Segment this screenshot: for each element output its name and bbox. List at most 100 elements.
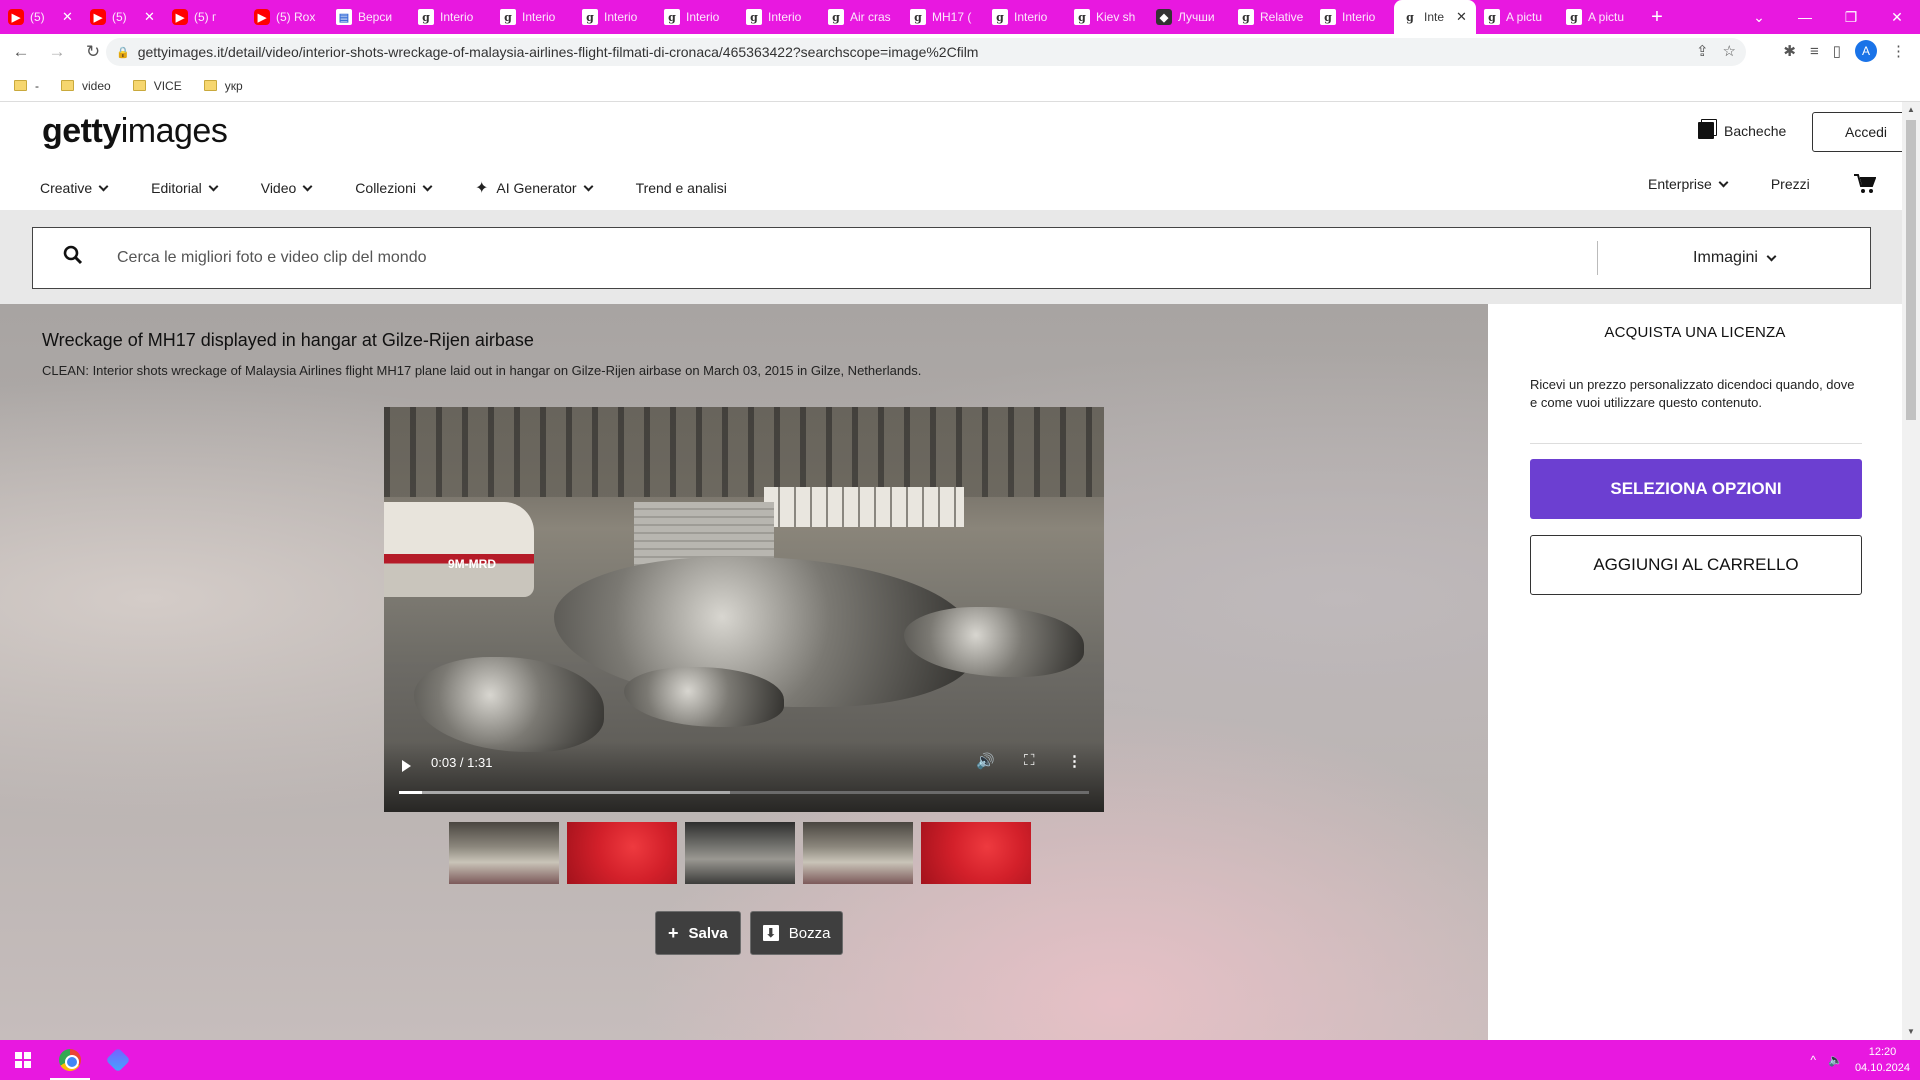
- sparkle-icon: ✦: [475, 180, 489, 197]
- select-options-button[interactable]: SELEZIONA OPZIONI: [1530, 459, 1862, 519]
- video-progress-bar[interactable]: [399, 791, 1089, 794]
- browser-tab[interactable]: g Interio: [492, 0, 574, 34]
- browser-tab[interactable]: ▶ (5) Rox: [246, 0, 328, 34]
- browser-tab[interactable]: g Interio: [738, 0, 820, 34]
- new-tab-button[interactable]: +: [1640, 6, 1674, 29]
- clock[interactable]: 12:20 04.10.2024: [1855, 1044, 1910, 1076]
- search-icon[interactable]: [63, 245, 107, 271]
- thumbnail-wreckage-hangar[interactable]: [803, 822, 913, 884]
- save-button[interactable]: + Salva: [655, 911, 741, 955]
- bookmark-folder[interactable]: укр: [203, 79, 243, 93]
- nav-creative[interactable]: Creative: [40, 178, 109, 198]
- getty-logo[interactable]: gettyimages: [42, 112, 228, 151]
- browser-tab[interactable]: g Interio: [984, 0, 1066, 34]
- thumbnail-people-in-hangar[interactable]: [685, 822, 795, 884]
- folder-icon: [61, 80, 74, 91]
- search-type-dropdown[interactable]: Immagini: [1598, 249, 1870, 267]
- nav-ai-generator[interactable]: ✦ AI Generator: [475, 178, 594, 198]
- browser-tab[interactable]: ▶ (5) ✕: [82, 0, 164, 34]
- taskbar-chrome[interactable]: [46, 1040, 94, 1080]
- thumbnail-wreckage-hangar[interactable]: [449, 822, 559, 884]
- omnibox-actions: ⇪ ☆: [1696, 42, 1736, 60]
- scrollbar-thumb[interactable]: [1906, 120, 1916, 420]
- video-player[interactable]: 9M-MRD 0:03 / 1:31 🔊 ⛶ ⋮: [384, 407, 1104, 812]
- address-bar-row: ← → ↻ 🔒 gettyimages.it/detail/video/inte…: [0, 34, 1920, 70]
- browser-tab[interactable]: g A pictu: [1558, 0, 1640, 34]
- bookmark-folder[interactable]: video: [61, 79, 111, 93]
- nav-trends[interactable]: Trend e analisi: [636, 178, 727, 198]
- chevron-down-icon: [583, 181, 594, 191]
- tab-title: Interio: [1014, 10, 1048, 24]
- browser-tab[interactable]: ▶ (5) г: [164, 0, 246, 34]
- omnibox[interactable]: 🔒 gettyimages.it/detail/video/interior-s…: [106, 38, 1746, 66]
- scroll-down-icon[interactable]: ▼: [1902, 1024, 1920, 1040]
- taskbar-app[interactable]: [94, 1040, 142, 1080]
- extensions-icon[interactable]: ✱: [1783, 42, 1796, 60]
- side-panel-icon[interactable]: ▯: [1833, 42, 1841, 60]
- cart-icon[interactable]: [1853, 174, 1877, 194]
- nav-pricing[interactable]: Prezzi: [1771, 176, 1810, 192]
- menu-dots-icon[interactable]: ⋮: [1891, 42, 1906, 60]
- getty-icon: g: [418, 9, 434, 25]
- getty-icon: g: [582, 9, 598, 25]
- fuselage-section: [384, 502, 534, 597]
- browser-tab[interactable]: g Air cras: [820, 0, 902, 34]
- nav-enterprise[interactable]: Enterprise: [1648, 176, 1729, 192]
- forward-button[interactable]: →: [42, 37, 72, 67]
- bookmark-folder[interactable]: VICE: [132, 79, 182, 93]
- browser-tab[interactable]: g A pictu: [1476, 0, 1558, 34]
- bookmark-star-icon[interactable]: ☆: [1723, 42, 1736, 60]
- nav-label: Editorial: [151, 180, 202, 196]
- minimize-button[interactable]: —: [1782, 0, 1828, 34]
- tray-chevron-icon[interactable]: ^: [1810, 1053, 1816, 1067]
- browser-tab-active[interactable]: g Inte ✕: [1394, 0, 1476, 34]
- back-button[interactable]: ←: [6, 37, 36, 67]
- chevron-down-icon: [1766, 251, 1777, 261]
- close-tab-icon[interactable]: ✕: [144, 9, 158, 25]
- page-scrollbar[interactable]: ▲ ▼: [1902, 102, 1920, 1040]
- browser-tab[interactable]: g Relative: [1230, 0, 1312, 34]
- boards-link[interactable]: Bacheche: [1698, 122, 1786, 139]
- nav-collections[interactable]: Collezioni: [355, 178, 433, 198]
- scroll-up-icon[interactable]: ▲: [1902, 102, 1920, 118]
- browser-tab[interactable]: g Kiev sh: [1066, 0, 1148, 34]
- comp-button[interactable]: ⬇ Bozza: [749, 911, 844, 955]
- speaker-icon[interactable]: 🔈: [1828, 1053, 1843, 1067]
- add-to-cart-button[interactable]: AGGIUNGI AL CARRELLO: [1530, 535, 1862, 595]
- browser-tab[interactable]: g Interio: [574, 0, 656, 34]
- aircraft-registration: 9M-MRD: [448, 557, 496, 571]
- profile-avatar[interactable]: A: [1855, 40, 1877, 62]
- reload-button[interactable]: ↻: [78, 37, 108, 67]
- more-options-icon[interactable]: ⋮: [1067, 752, 1082, 770]
- start-button[interactable]: [0, 1052, 46, 1068]
- thumbnail-red-fragment[interactable]: [567, 822, 677, 884]
- browser-tab[interactable]: g Interio: [410, 0, 492, 34]
- bookmark-folder[interactable]: -: [14, 79, 39, 93]
- getty-icon: g: [992, 9, 1008, 25]
- close-tab-icon[interactable]: ✕: [62, 9, 76, 25]
- browser-tab[interactable]: ◆ Лучши: [1148, 0, 1230, 34]
- url-text: gettyimages.it/detail/video/interior-sho…: [137, 44, 979, 60]
- search-input[interactable]: [107, 238, 1597, 278]
- browser-tab[interactable]: g MH17 (: [902, 0, 984, 34]
- tab-title: (5): [30, 10, 45, 24]
- tab-search-icon[interactable]: ⌄: [1736, 0, 1782, 34]
- browser-tab[interactable]: ▶ (5) ✕: [0, 0, 82, 34]
- nav-label: Enterprise: [1648, 176, 1712, 192]
- play-icon[interactable]: [402, 760, 411, 772]
- clock-time: 12:20: [1868, 1046, 1897, 1058]
- close-tab-icon[interactable]: ✕: [1456, 9, 1470, 25]
- played-bar: [399, 791, 422, 794]
- media-icon[interactable]: ≡: [1810, 43, 1819, 60]
- share-icon[interactable]: ⇪: [1696, 42, 1709, 60]
- maximize-button[interactable]: ❐: [1828, 0, 1874, 34]
- browser-tab[interactable]: g Interio: [1312, 0, 1394, 34]
- volume-icon[interactable]: 🔊: [976, 752, 995, 770]
- nav-editorial[interactable]: Editorial: [151, 178, 219, 198]
- nav-video[interactable]: Video: [261, 178, 313, 198]
- browser-tab[interactable]: g Interio: [656, 0, 738, 34]
- thumbnail-red-fragment[interactable]: [921, 822, 1031, 884]
- close-window-button[interactable]: ✕: [1874, 0, 1920, 34]
- fullscreen-icon[interactable]: ⛶: [1024, 752, 1035, 769]
- browser-tab[interactable]: ▤ Верси: [328, 0, 410, 34]
